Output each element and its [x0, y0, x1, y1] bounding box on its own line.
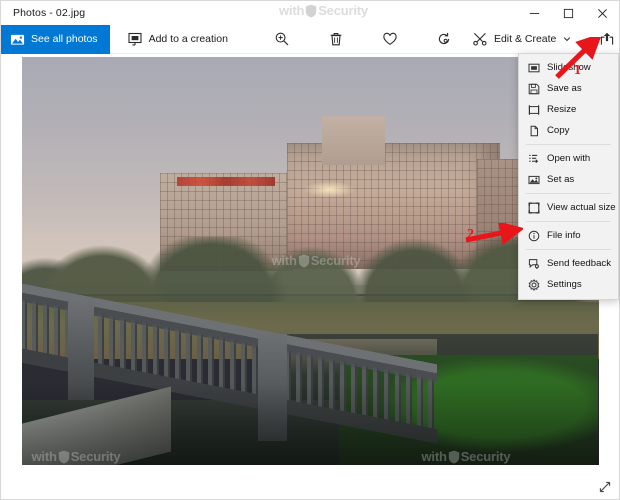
maximize-button[interactable] — [551, 1, 585, 25]
share-button[interactable]: Share — [590, 25, 620, 54]
feedback-icon — [528, 258, 539, 269]
menu-separator-3 — [526, 221, 611, 222]
close-button[interactable] — [585, 1, 619, 25]
slideshow-icon — [528, 63, 540, 72]
delete-button[interactable] — [317, 25, 355, 54]
menu-item-save-as[interactable]: Save as — [519, 78, 618, 99]
menu-item-slideshow[interactable]: Slideshow — [519, 57, 618, 78]
more-options-menu: Slideshow Save as Resize Copy Open with … — [518, 53, 619, 300]
maximize-icon — [563, 8, 573, 18]
heart-icon — [383, 32, 397, 45]
menu-item-label: Open with — [547, 153, 591, 164]
menu-item-label: Send feedback — [547, 258, 612, 269]
see-all-photos-button[interactable]: See all photos — [1, 24, 110, 54]
open-with-icon — [529, 154, 539, 163]
menu-item-label: Save as — [547, 83, 582, 94]
menu-item-label: Copy — [547, 125, 570, 136]
menu-item-view-actual-size[interactable]: View actual size — [519, 197, 618, 218]
edit-create-label: Edit & Create — [493, 33, 557, 45]
menu-item-label: View actual size — [547, 202, 616, 213]
menu-separator-1 — [526, 144, 611, 145]
chevron-down-icon — [564, 37, 571, 42]
copy-icon — [530, 125, 538, 136]
save-icon — [528, 83, 540, 94]
zoom-in-icon — [275, 32, 289, 46]
photo-roof-sign — [177, 177, 276, 186]
info-icon — [528, 230, 540, 241]
menu-item-open-with[interactable]: Open with — [519, 148, 618, 169]
add-to-creation-icon — [128, 32, 142, 46]
menu-item-label: Resize — [547, 104, 577, 115]
settings-gear-icon — [528, 278, 540, 291]
menu-item-label: File info — [547, 230, 581, 241]
favorite-button[interactable] — [371, 25, 409, 54]
menu-item-label: Slideshow — [547, 62, 591, 73]
menu-item-settings[interactable]: Settings — [519, 274, 618, 295]
rotate-button[interactable] — [425, 25, 463, 54]
menu-item-send-feedback[interactable]: Send feedback — [519, 253, 618, 274]
see-all-photos-label: See all photos — [31, 33, 98, 45]
photo-image[interactable]: with Security with Security with Securit… — [21, 57, 599, 465]
minimize-icon — [529, 12, 539, 14]
resize-grip-icon[interactable] — [597, 479, 613, 495]
actual-size-icon — [528, 202, 540, 213]
add-to-creation-label: Add to a creation — [148, 33, 228, 45]
photo-library-icon — [10, 34, 25, 45]
zoom-button[interactable] — [263, 25, 301, 54]
menu-separator-2 — [526, 193, 611, 194]
annotation-number-1: 1 — [574, 63, 581, 78]
rotate-icon — [438, 32, 450, 45]
photos-app-window: Photos - 02.jpg with Security See all ph… — [0, 0, 620, 500]
menu-item-copy[interactable]: Copy — [519, 120, 618, 141]
title-bar: Photos - 02.jpg — [1, 1, 619, 25]
set-as-icon — [528, 175, 540, 184]
resize-icon — [528, 104, 540, 115]
edit-create-icon — [473, 33, 487, 46]
share-icon — [601, 32, 614, 45]
window-title: Photos - 02.jpg — [13, 7, 86, 19]
add-to-creation-button[interactable]: Add to a creation — [118, 25, 237, 54]
photo-window-glint — [303, 180, 356, 199]
menu-item-file-info[interactable]: File info — [519, 225, 618, 246]
edit-create-button[interactable]: Edit & Create — [463, 25, 580, 54]
menu-item-label: Set as — [547, 174, 575, 185]
menu-item-label: Settings — [547, 279, 582, 290]
close-icon — [597, 8, 607, 18]
photo-foreground-shadow — [21, 383, 599, 465]
toolbar: See all photos Add to a creation Edit & … — [1, 24, 620, 54]
menu-item-resize[interactable]: Resize — [519, 99, 618, 120]
photo-building-tower — [321, 116, 385, 166]
trash-icon — [330, 33, 342, 46]
annotation-number-2: 2 — [467, 227, 474, 242]
menu-item-set-as[interactable]: Set as — [519, 169, 618, 190]
menu-separator-4 — [526, 249, 611, 250]
minimize-button[interactable] — [517, 1, 551, 25]
status-bar — [1, 475, 619, 499]
